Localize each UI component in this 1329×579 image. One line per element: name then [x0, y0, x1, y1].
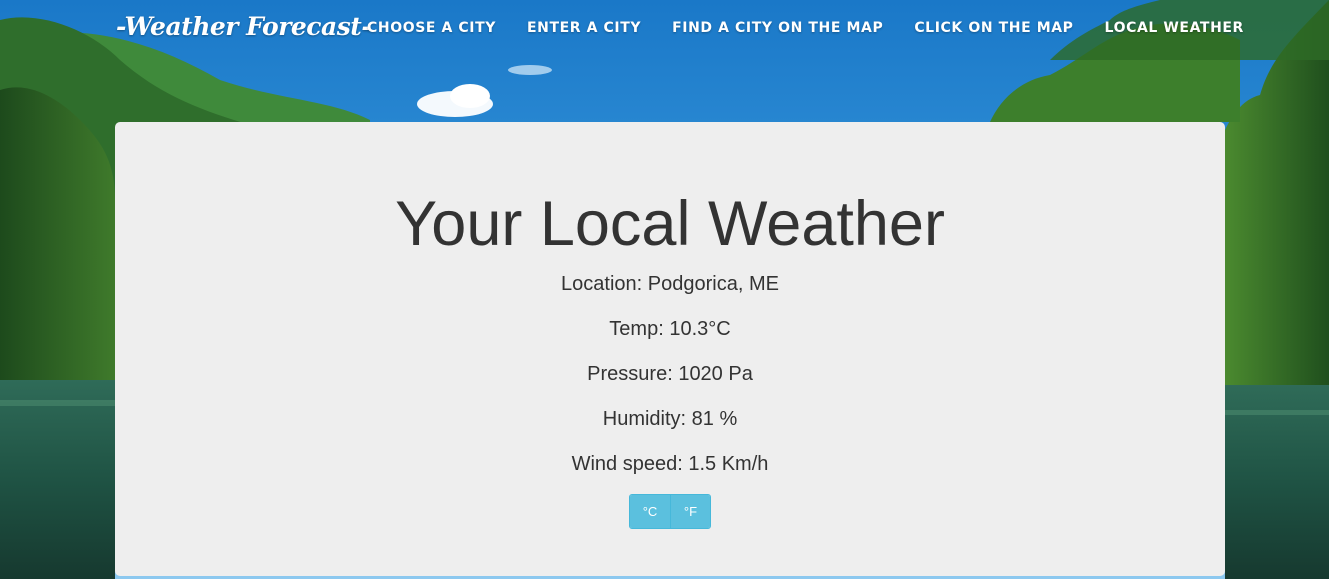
nav-click-map[interactable]: CLICK ON THE MAP [914, 20, 1073, 36]
nav-choose-city[interactable]: CHOOSE A CITY [367, 20, 496, 36]
location-text: Location: Podgorica, ME [561, 273, 779, 295]
humidity-text: Humidity: 81 % [602, 408, 738, 430]
wind-speed-text: Wind speed: 1.5 Km/h [571, 453, 769, 475]
fahrenheit-button[interactable]: °F [670, 495, 710, 528]
nav-local-weather[interactable]: LOCAL WEATHER [1105, 20, 1244, 36]
nav-enter-city[interactable]: ENTER A CITY [527, 20, 641, 36]
temperature-text: Temp: 10.3°C [609, 318, 731, 340]
nav-find-city-map[interactable]: FIND A CITY ON THE MAP [672, 20, 883, 36]
top-navbar: -Weather Forecast- CHOOSE A CITY ENTER A… [0, 0, 1329, 60]
unit-toggle-group: °C °F [629, 494, 711, 529]
celsius-button[interactable]: °C [630, 495, 670, 528]
pressure-text: Pressure: 1020 Pa [587, 363, 753, 385]
nav-links: CHOOSE A CITY ENTER A CITY FIND A CITY O… [367, 20, 1244, 36]
weather-stats: Location: Podgorica, ME Temp: 10.3°C Pre… [115, 272, 1225, 497]
page-title: Your Local Weather [395, 189, 945, 259]
brand-logo[interactable]: -Weather Forecast- [116, 12, 372, 41]
weather-panel: Your Local Weather Location: Podgorica, … [115, 122, 1225, 576]
